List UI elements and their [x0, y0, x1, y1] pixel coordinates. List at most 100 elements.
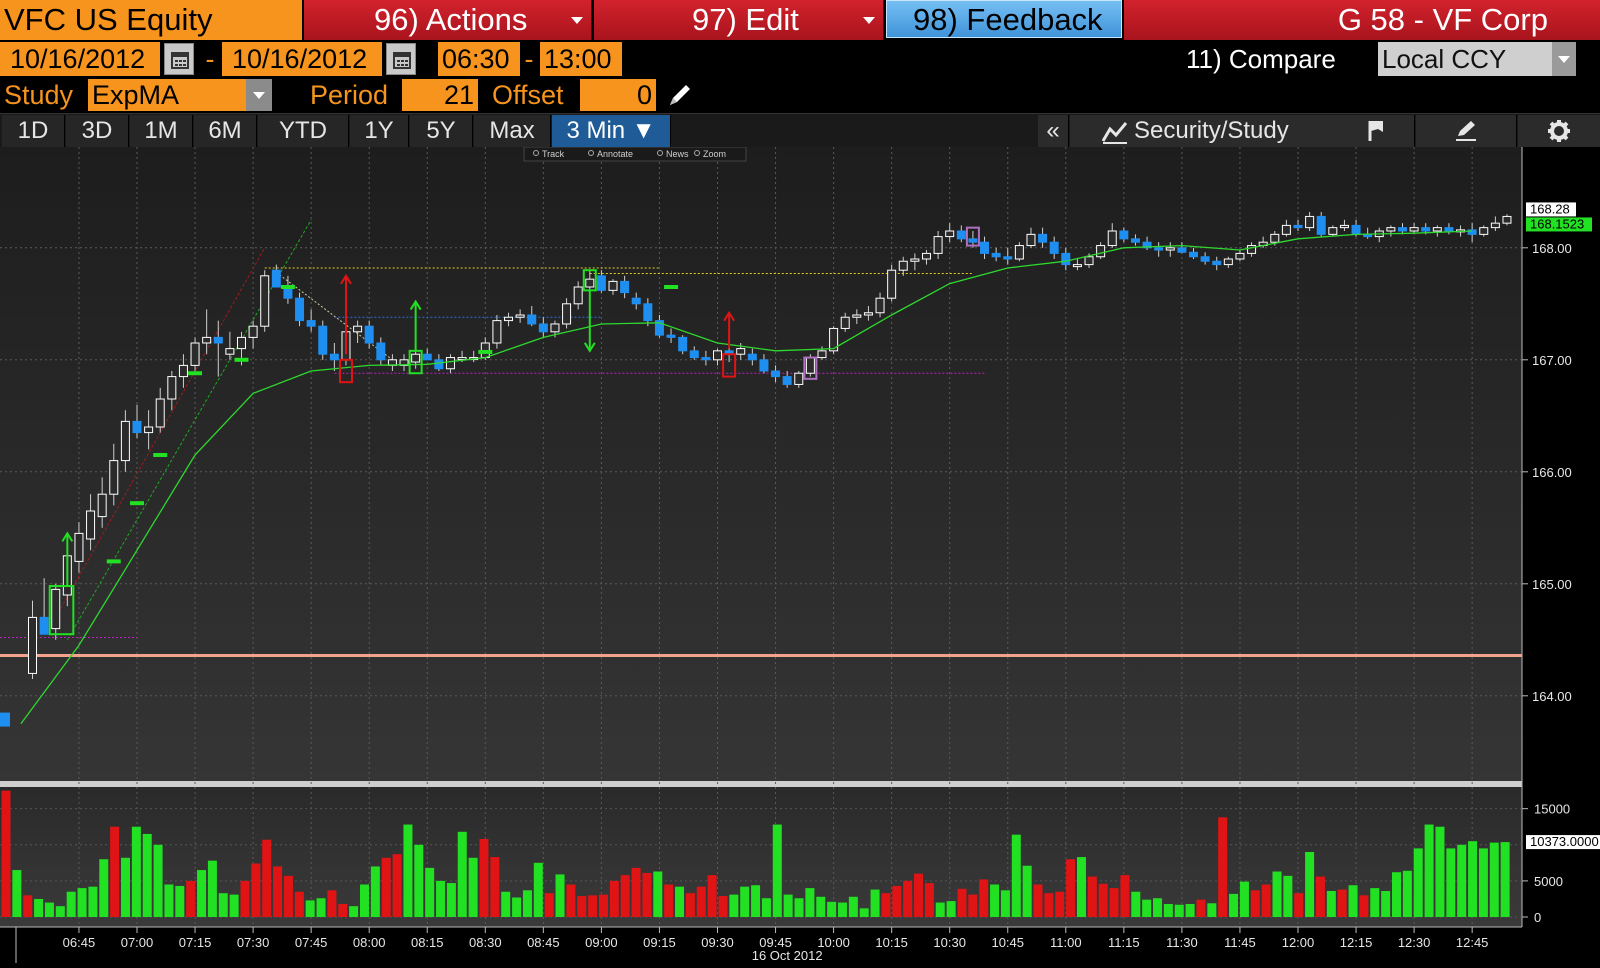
volume-bar-up [859, 908, 869, 917]
down-candle [376, 342, 386, 361]
compare-button[interactable]: 11) Compare [1186, 42, 1336, 76]
tab-ytd[interactable]: YTD [258, 115, 349, 147]
x-tick-label: 11:45 [1224, 935, 1256, 950]
up-candle [817, 350, 827, 359]
x-tick-label: 11:00 [1050, 935, 1082, 950]
tab-5y[interactable]: 5Y [410, 115, 473, 147]
volume-bar-down [251, 863, 261, 917]
offset-field[interactable]: 0 [580, 79, 656, 111]
volume-bar-up [457, 831, 467, 917]
end-time-field[interactable]: 13:00 [540, 42, 622, 76]
mini-tool-track[interactable]: Track [542, 149, 565, 159]
calendar-icon[interactable] [164, 43, 194, 75]
x-tick-label: 10:45 [991, 935, 1024, 950]
mini-tool-annotate[interactable]: Annotate [597, 149, 633, 159]
down-candle [364, 325, 374, 344]
start-time-field[interactable]: 06:30 [438, 42, 520, 76]
volume-bar-up [805, 888, 815, 917]
up-candle [875, 297, 885, 314]
volume-bar-down [544, 893, 554, 917]
vol-y-tick-label: 15000 [1534, 802, 1570, 817]
period-field[interactable]: 21 [402, 79, 478, 111]
volume-bar-up [512, 897, 522, 917]
start-date-field[interactable]: 10/16/2012 [0, 42, 160, 76]
down-candle [1444, 227, 1454, 232]
up-candle [109, 460, 119, 495]
volume-bar-down [23, 895, 33, 917]
tab-6m[interactable]: 6M [194, 115, 257, 147]
ticker-field[interactable]: VFC US Equity [0, 0, 302, 40]
up-candle [97, 493, 107, 518]
up-candle [190, 342, 200, 366]
down-candle [527, 314, 537, 325]
currency-select[interactable]: Local CCY [1378, 42, 1576, 76]
tab-1m[interactable]: 1M [130, 115, 193, 147]
y-tick-label: 167.00 [1532, 353, 1572, 368]
down-candle [434, 359, 444, 370]
price-volume-chart[interactable]: 164.00 165.00 166.00 167.00 168.00 15000 5000 0… [0, 146, 1600, 963]
title-bar: VFC US Equity 96) Actions 97) Edit 98) F… [0, 0, 1600, 40]
mini-toolbar[interactable]: Track Annotate News Zoom [523, 146, 747, 162]
volume-bar-up [1000, 890, 1010, 917]
annotate-button[interactable] [1416, 115, 1517, 147]
volume-bar-up [1142, 899, 1152, 917]
tab-1y[interactable]: 1Y [350, 115, 409, 147]
volume-value-label: 10373.0000 [1530, 834, 1599, 849]
volume-bar-down [1055, 891, 1065, 917]
up-candle [504, 316, 514, 322]
down-candle [1189, 251, 1199, 258]
study-bar: Study ExpMA Period 21 Offset 0 [0, 77, 1600, 113]
chart-area[interactable]: 164.00 165.00 166.00 167.00 168.00 15000 5000 0… [0, 146, 1600, 963]
volume-bar-up [1272, 871, 1282, 917]
volume-bar-up [77, 888, 87, 917]
volume-bar-up [1468, 841, 1478, 917]
down-candle [295, 297, 305, 322]
down-candle [1049, 241, 1059, 254]
volume-bar-down [664, 884, 674, 917]
down-candle [132, 420, 142, 434]
down-candle [1200, 256, 1210, 262]
volume-bar-down [620, 875, 630, 917]
chevron-down-icon [1552, 42, 1576, 76]
pencil-icon[interactable] [664, 79, 696, 111]
volume-bar-up [772, 824, 782, 917]
volume-bar-up [1174, 904, 1184, 917]
volume-bar-down [968, 894, 978, 917]
volume-bar-down [979, 879, 989, 917]
down-candle [1154, 247, 1164, 251]
end-date-field[interactable]: 10/16/2012 [222, 42, 382, 76]
up-candle [840, 316, 850, 329]
mini-tool-news[interactable]: News [666, 149, 689, 159]
flag-button[interactable] [1338, 115, 1415, 147]
actions-menu-button[interactable]: 96) Actions [304, 0, 592, 40]
feedback-button[interactable]: 98) Feedback [886, 0, 1122, 38]
x-tick-label: 07:00 [121, 935, 154, 950]
down-candle [213, 336, 223, 344]
x-tick-label: 12:45 [1456, 935, 1489, 950]
volume-bar-up [990, 884, 1000, 917]
volume-bar-down [914, 873, 924, 917]
edit-menu-button[interactable]: 97) Edit [594, 0, 884, 40]
security-study-button[interactable]: Security/Study [1070, 115, 1345, 147]
volume-bar-up [370, 866, 380, 917]
up-candle [1479, 227, 1489, 235]
volume-bar-up [1022, 865, 1032, 917]
calendar-icon[interactable] [386, 43, 416, 75]
volume-bar-down [892, 885, 902, 917]
mini-tool-zoom[interactable]: Zoom [703, 149, 726, 159]
volume-bar-down [685, 893, 695, 917]
volume-bar-down [1109, 888, 1119, 917]
tab-3d[interactable]: 3D [66, 115, 129, 147]
down-candle [318, 325, 328, 355]
tab-max[interactable]: Max [474, 115, 551, 147]
volume-bar-up [153, 844, 163, 917]
volume-bar-up [1424, 824, 1434, 917]
study-select[interactable]: ExpMA [88, 79, 272, 111]
collapse-button[interactable]: « [1038, 115, 1069, 147]
x-tick-label: 07:15 [179, 935, 212, 950]
tab-1d[interactable]: 1D [2, 115, 65, 147]
volume-bar-up [120, 857, 130, 917]
price-panel-background [0, 147, 1522, 781]
tab-3-min[interactable]: 3 Min ▼ [552, 115, 671, 147]
settings-button[interactable] [1518, 115, 1600, 147]
